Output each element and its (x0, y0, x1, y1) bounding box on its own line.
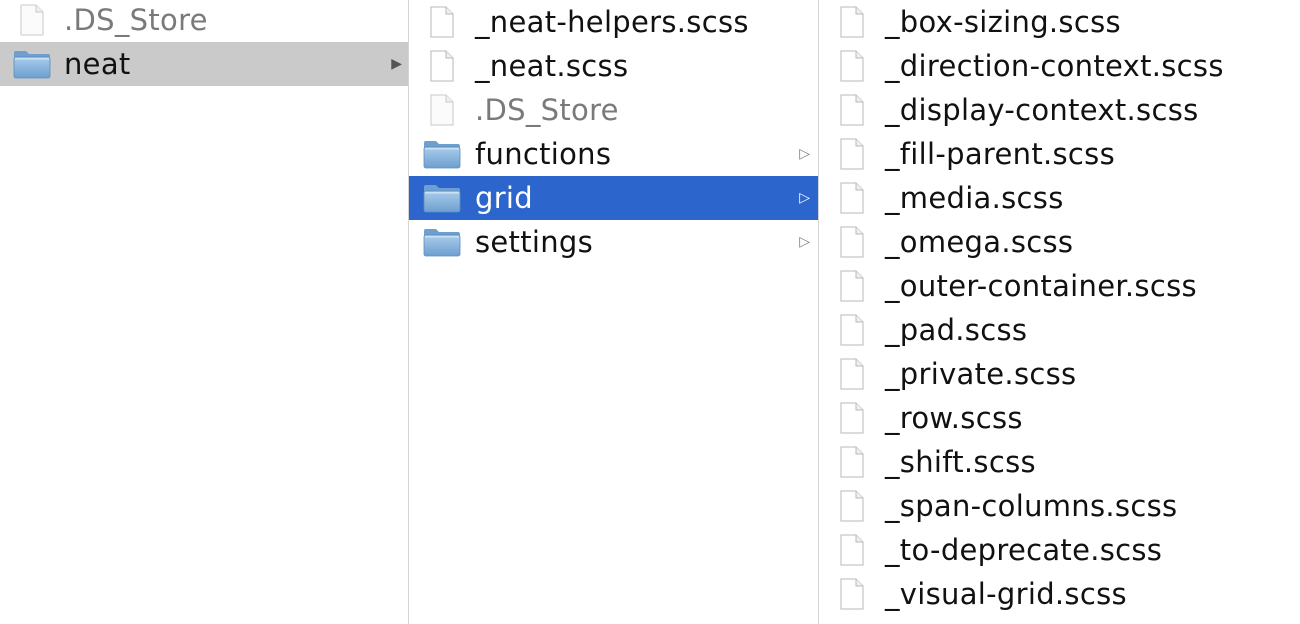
item-label: _neat.scss (475, 49, 629, 83)
item-label: _direction-context.scss (885, 49, 1224, 83)
document-icon (819, 352, 885, 396)
folder-icon (409, 220, 475, 264)
item-label: _pad.scss (885, 313, 1028, 347)
item-label: _outer-container.scss (885, 269, 1197, 303)
folder-icon (409, 132, 475, 176)
file-item-direction-context-scss[interactable]: _direction-context.scss (819, 44, 1300, 88)
document-icon (819, 440, 885, 484)
document-icon (819, 0, 885, 44)
folder-item-neat[interactable]: neat ▶ (0, 42, 408, 86)
item-label: _visual-grid.scss (885, 577, 1127, 611)
document-icon (819, 220, 885, 264)
column-browser: .DS_Store neat ▶ _neat-helpers.scss _neat.s… (0, 0, 1300, 624)
disclosure-arrow-icon[interactable]: ▷ (799, 220, 810, 264)
document-icon (819, 396, 885, 440)
item-label: _fill-parent.scss (885, 137, 1115, 171)
column-1[interactable]: .DS_Storeneat ▶ (0, 0, 409, 624)
file-item-pad-scss[interactable]: _pad.scss (819, 308, 1300, 352)
disclosure-arrow-icon[interactable]: ▶ (391, 42, 402, 86)
file-item-to-deprecate-scss[interactable]: _to-deprecate.scss (819, 528, 1300, 572)
file-item-row-scss[interactable]: _row.scss (819, 396, 1300, 440)
column-2[interactable]: _neat-helpers.scss _neat.scss .DS_Storefun… (409, 0, 819, 624)
item-label: _row.scss (885, 401, 1023, 435)
folder-icon (409, 176, 475, 220)
folder-item-grid[interactable]: grid ▷ (409, 176, 818, 220)
item-label: _to-deprecate.scss (885, 533, 1163, 567)
document-icon (819, 88, 885, 132)
file-item-ds-store[interactable]: .DS_Store (409, 88, 818, 132)
file-item-private-scss[interactable]: _private.scss (819, 352, 1300, 396)
document-icon (819, 308, 885, 352)
item-label: grid (475, 181, 533, 215)
document-icon (819, 484, 885, 528)
document-icon (819, 44, 885, 88)
file-item-omega-scss[interactable]: _omega.scss (819, 220, 1300, 264)
item-label: _box-sizing.scss (885, 5, 1121, 39)
file-item-media-scss[interactable]: _media.scss (819, 176, 1300, 220)
file-item-fill-parent-scss[interactable]: _fill-parent.scss (819, 132, 1300, 176)
file-item-shift-scss[interactable]: _shift.scss (819, 440, 1300, 484)
file-item-display-context-scss[interactable]: _display-context.scss (819, 88, 1300, 132)
document-icon (819, 572, 885, 616)
item-label: _span-columns.scss (885, 489, 1178, 523)
file-item-ds-store[interactable]: .DS_Store (0, 0, 408, 42)
document-icon (409, 0, 475, 44)
document-icon (819, 176, 885, 220)
item-label: settings (475, 225, 594, 259)
file-item-visual-grid-scss[interactable]: _visual-grid.scss (819, 572, 1300, 616)
document-icon (409, 44, 475, 88)
folder-icon (0, 42, 64, 86)
file-item-neat-helpers-scss[interactable]: _neat-helpers.scss (409, 0, 818, 44)
document-icon (819, 528, 885, 572)
disclosure-arrow-icon[interactable]: ▷ (799, 176, 810, 220)
item-label: _display-context.scss (885, 93, 1199, 127)
document-icon (819, 264, 885, 308)
item-label: _omega.scss (885, 225, 1074, 259)
item-label: .DS_Store (64, 3, 208, 37)
disclosure-arrow-icon[interactable]: ▷ (799, 132, 810, 176)
column-3[interactable]: _box-sizing.scss _direction-context.scss _… (819, 0, 1300, 624)
document-icon (409, 88, 475, 132)
item-label: _neat-helpers.scss (475, 5, 749, 39)
item-label: _shift.scss (885, 445, 1036, 479)
file-item-neat-scss[interactable]: _neat.scss (409, 44, 818, 88)
item-label: neat (64, 47, 131, 81)
file-item-span-columns-scss[interactable]: _span-columns.scss (819, 484, 1300, 528)
document-icon (0, 0, 64, 42)
item-label: _private.scss (885, 357, 1077, 391)
folder-item-settings[interactable]: settings ▷ (409, 220, 818, 264)
item-label: _media.scss (885, 181, 1064, 215)
folder-item-functions[interactable]: functions ▷ (409, 132, 818, 176)
file-item-box-sizing-scss[interactable]: _box-sizing.scss (819, 0, 1300, 44)
item-label: .DS_Store (475, 93, 619, 127)
file-item-outer-container-scss[interactable]: _outer-container.scss (819, 264, 1300, 308)
item-label: functions (475, 137, 612, 171)
document-icon (819, 132, 885, 176)
